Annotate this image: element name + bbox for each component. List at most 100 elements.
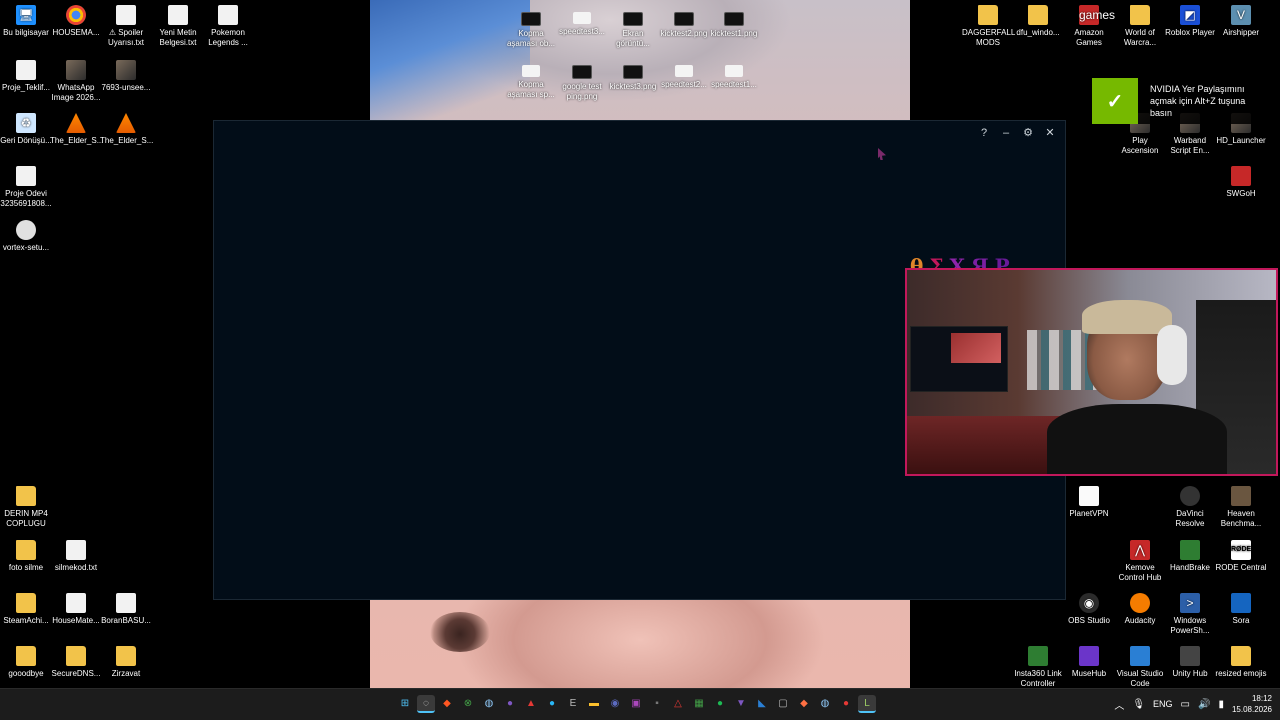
taskbar-xbox-app[interactable]: ⊗: [459, 695, 477, 713]
desktop-icon[interactable]: HandBrake: [1164, 540, 1216, 573]
monitor-icon[interactable]: ▭: [1181, 699, 1190, 710]
taskbar-discord-app[interactable]: ◉: [606, 695, 624, 713]
desktop-icon[interactable]: dfu_windo...: [1012, 5, 1064, 38]
help-button[interactable]: ?: [975, 125, 993, 141]
desktop-icon[interactable]: resized emojis: [1215, 646, 1267, 679]
speaker-icon[interactable]: 🔊: [1198, 699, 1210, 710]
close-button[interactable]: ✕: [1041, 125, 1059, 141]
taskbar-brave2-app[interactable]: ◆: [795, 695, 813, 713]
microphone-icon[interactable]: 🎙: [1132, 699, 1145, 710]
desktop-icon[interactable]: BoranBASU...: [100, 593, 152, 626]
desktop-icon[interactable]: Proje_Teklif...: [0, 60, 52, 93]
taskbar-app-green[interactable]: ▦: [690, 695, 708, 713]
desktop-icon[interactable]: ◉ OBS Studio: [1063, 593, 1115, 626]
desktop-icon[interactable]: Unity Hub: [1164, 646, 1216, 679]
minimize-button[interactable]: –: [997, 125, 1015, 141]
taskbar-steam-app[interactable]: ◍: [480, 695, 498, 713]
desktop-icon[interactable]: RØDE RODE Central: [1215, 540, 1267, 573]
desktop-icon[interactable]: HOUSEMA...: [50, 5, 102, 38]
desktop-icon[interactable]: Zirzavat: [100, 646, 152, 679]
desktop-icon[interactable]: DAGGERFALL MODS: [962, 5, 1015, 48]
desktop-icon[interactable]: Proje Odevi 3235691808...: [0, 166, 52, 209]
taskbar-vs-app[interactable]: ▼: [732, 695, 750, 713]
desktop-icon[interactable]: V Airshipper: [1215, 5, 1267, 38]
taskbar-spotify-app[interactable]: ●: [711, 695, 729, 713]
desktop-icon[interactable]: speedtest2...: [658, 61, 710, 90]
chrome-icon: [66, 5, 86, 25]
desktop-icon[interactable]: ⋀ Kemove Control Hub: [1114, 540, 1166, 583]
desktop-icon[interactable]: google test ping.png: [556, 61, 608, 102]
desktop-icon[interactable]: speedtest1...: [708, 61, 760, 90]
taskbar-app-epic[interactable]: E: [564, 695, 582, 713]
app-icon: [1028, 5, 1048, 25]
taskbar-app-purple[interactable]: ●: [501, 695, 519, 713]
taskbar-app-red[interactable]: ▲: [522, 695, 540, 713]
taskbar-search-app[interactable]: ◌: [417, 695, 435, 713]
desktop-icon[interactable]: World of Warcra...: [1114, 5, 1166, 48]
desktop-icon[interactable]: Kopma aşaması ob...: [505, 8, 557, 49]
desktop-icon[interactable]: kicktest2.png: [658, 8, 710, 39]
desktop-icon[interactable]: WhatsApp Image 2026...: [50, 60, 102, 103]
desktop-icon[interactable]: DaVinci Resolve: [1164, 486, 1216, 529]
desktop-icon[interactable]: The_Elder_S...: [100, 113, 154, 146]
desktop-icon[interactable]: Yeni Metin Belgesi.txt: [152, 5, 204, 48]
desktop-icon[interactable]: Audacity: [1114, 593, 1166, 626]
desktop-icon[interactable]: > Windows PowerSh...: [1164, 593, 1216, 636]
battery-icon[interactable]: ▮: [1218, 699, 1224, 710]
desktop-icon[interactable]: SteamAchi...: [0, 593, 52, 626]
desktop-icon[interactable]: 7693-unsee...: [100, 60, 152, 93]
clock[interactable]: 18:12 15.08.2026: [1232, 693, 1272, 715]
desktop-icon[interactable]: SWGoH: [1215, 166, 1267, 199]
taskbar-vscode-app[interactable]: ◣: [753, 695, 771, 713]
desktop-icon-label: Visual Studio Code: [1116, 669, 1164, 688]
desktop-icon[interactable]: The_Elder_S...: [50, 113, 103, 146]
desktop-icon[interactable]: speedtest3...: [556, 8, 608, 37]
folder-icon: [1130, 5, 1150, 25]
wallpaper-eye: [430, 612, 490, 652]
desktop-icon[interactable]: ◩ Roblox Player: [1164, 5, 1216, 38]
taskbar-file-explorer[interactable]: ▬: [585, 695, 603, 713]
desktop-icon[interactable]: Kopma aşaması sp...: [505, 61, 557, 100]
desktop-icon[interactable]: 🖥 Bu bilgisayar: [0, 5, 52, 38]
desktop-icon[interactable]: kicktest1.png: [708, 8, 760, 39]
taskbar-app-triangle[interactable]: △: [669, 695, 687, 713]
desktop-icon[interactable]: SecureDNS...: [50, 646, 102, 679]
language-indicator[interactable]: ENG: [1153, 699, 1173, 709]
desktop-icon[interactable]: DERIN MP4 COPLUGU: [0, 486, 52, 529]
desktop-icon[interactable]: HouseMate...: [50, 593, 102, 626]
desktop-icon[interactable]: Sora: [1215, 593, 1267, 626]
desktop-icon[interactable]: Ekran görüntü...: [607, 8, 659, 49]
desktop-icon[interactable]: games Amazon Games: [1063, 5, 1115, 48]
desktop-icon-label: Ekran görüntü...: [616, 29, 650, 48]
taskbar-app-l[interactable]: L: [858, 695, 876, 713]
desktop-icon[interactable]: Pokemon Legends ...: [202, 5, 254, 48]
taskbar-app-red2[interactable]: ●: [837, 695, 855, 713]
desktop-icon[interactable]: ♻ Geri Dönüşü...: [0, 113, 52, 146]
desktop-icon-label: OBS Studio: [1068, 616, 1110, 625]
desktop-icon-label: Kemove Control Hub: [1118, 563, 1162, 582]
nvidia-notification[interactable]: ✓ NVIDIA Yer Paylaşımını açmak için Alt+…: [1092, 78, 1272, 124]
desktop-icon[interactable]: ⚠ Spoiler Uyarısı.txt: [100, 5, 152, 48]
desktop-icon[interactable]: silmekod.txt: [50, 540, 102, 573]
desktop-icon[interactable]: kicktest3.png: [607, 61, 659, 92]
taskbar-start-button[interactable]: ⊞: [396, 695, 414, 713]
taskbar-app-blue[interactable]: ●: [543, 695, 561, 713]
taskbar-steam2-app[interactable]: ◍: [816, 695, 834, 713]
recycle-bin-icon: ♻: [16, 113, 36, 133]
taskbar-app-sq[interactable]: ▢: [774, 695, 792, 713]
desktop-icon[interactable]: Visual Studio Code: [1114, 646, 1166, 689]
desktop-icon[interactable]: vortex-setu...: [0, 220, 52, 253]
desktop-icon[interactable]: Heaven Benchma...: [1215, 486, 1267, 529]
swgoh-icon: [1231, 166, 1251, 186]
desktop-icon[interactable]: PlanetVPN: [1063, 486, 1115, 519]
taskbar-app-twitch[interactable]: ▣: [627, 695, 645, 713]
desktop-icon[interactable]: gooodbye: [0, 646, 52, 679]
desktop-icon[interactable]: foto silme: [0, 540, 52, 573]
taskbar-app-dark[interactable]: ▪: [648, 695, 666, 713]
desktop-icon[interactable]: Insta360 Link Controller: [1012, 646, 1064, 689]
taskbar-brave-app[interactable]: ◆: [438, 695, 456, 713]
tray-overflow-chevron-icon[interactable]: ︿: [1114, 697, 1124, 712]
desktop-icon-label: The_Elder_S...: [100, 136, 154, 145]
settings-button[interactable]: ⚙: [1019, 125, 1037, 141]
desktop-icon[interactable]: MuseHub: [1063, 646, 1115, 679]
